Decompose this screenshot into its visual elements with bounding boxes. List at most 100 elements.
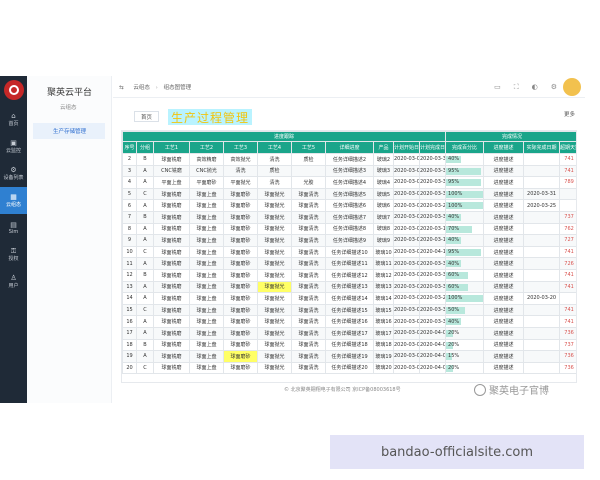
table-row[interactable]: 3ACNC铣磨CNC抛光清洗质检 任务详细描述3玻璃32020-03-012020… xyxy=(122,164,576,178)
settings-icon[interactable]: ⚙ xyxy=(551,83,557,92)
rail-item-label: Sim xyxy=(8,228,19,235)
table-cell: 15 xyxy=(122,303,137,317)
table-cell: 2020-03-01 xyxy=(393,361,420,375)
table-cell xyxy=(523,234,561,247)
table-cell: 2020-03-10 xyxy=(418,222,447,236)
table-cell: 95% xyxy=(445,245,485,259)
progress-value: 40% xyxy=(448,318,460,325)
table-row[interactable]: 12 B 球面铣磨 球面上盘 球面磨砂 球面抛光 球面清洗 任务详细描述12 玻璃12 2020-… xyxy=(122,268,576,282)
table-cell: 球面清洗 xyxy=(291,187,326,201)
table-cell: 球面铣磨 xyxy=(153,187,190,201)
table-cell: 球面上盘 xyxy=(189,199,224,212)
progress-value: 100% xyxy=(448,191,463,198)
table-row[interactable]: 2B球面铣磨高效精磨高效抛光清洗质检任务详细描述2玻璃22020-03-0120… xyxy=(122,153,576,166)
table-cell xyxy=(523,303,561,317)
table-cell: 球面磨砂 xyxy=(223,361,258,375)
table-cell: 3 xyxy=(122,164,137,178)
table-cell: 球面抛光 xyxy=(257,210,292,224)
rail-item[interactable]: ♙ 用户 xyxy=(0,268,27,295)
avatar[interactable] xyxy=(563,78,581,96)
table-cell: 2020-03-31 xyxy=(418,187,447,201)
table-row[interactable]: 13 A 球面铣磨 球面上盘 球面磨砂 球面抛光 球面清洗 任务详细描述13 玻璃13 2020-… xyxy=(122,280,576,294)
progress-value: 95% xyxy=(448,249,460,256)
table-cell: 进度描述 xyxy=(483,245,525,259)
table-cell: 球面清洗 xyxy=(291,350,326,363)
table-cell: 20 xyxy=(122,361,137,375)
table-cell: 100% xyxy=(445,199,485,212)
table-cell: 2020-03-31 xyxy=(418,315,447,328)
table-cell: 736 xyxy=(559,326,576,340)
table-cell: 球面上盘 xyxy=(189,234,224,247)
table-cell: A xyxy=(136,164,154,178)
sidebar-toggle-icon[interactable]: ⇆ xyxy=(119,85,124,91)
table-cell: 2020-03-01 xyxy=(393,245,420,259)
rail-item-label: 云监控 xyxy=(5,148,21,154)
theme-icon[interactable]: ◐ xyxy=(532,83,538,92)
monitor-icon: ▣ xyxy=(10,139,17,147)
table-cell: 球面清洗 xyxy=(291,199,326,212)
table-cell: 789 xyxy=(559,176,576,189)
table-row[interactable]: 15 C 球面铣磨 球面上盘 球面磨砂 球面抛光 球面清洗 任务详细描述15 玻璃15 2020-… xyxy=(122,303,576,317)
table-cell: 球面铣磨 xyxy=(153,257,190,270)
table-row[interactable]: 4A平面上盘平面磨砂平面抛光清洗光胶任务详细描述4玻璃42020-03-0120… xyxy=(122,176,576,189)
table-cell: 进度描述 xyxy=(483,315,525,328)
table-cell xyxy=(523,350,561,363)
table-row[interactable]: 5 C 球面铣磨 球面上盘 球面磨砂 球面抛光 球面清洗 任务详细描述5 玻璃5 2020-03-… xyxy=(122,187,576,201)
table-cell: 球面清洗 xyxy=(291,257,326,270)
table-cell: 球面抛光 xyxy=(257,303,292,317)
table-cell: A xyxy=(136,176,154,189)
table-row[interactable]: 19 A 球面铣磨 球面上盘 球面磨砂 球面抛光 球面清洗 任务详细描述19 玻璃19 2020-… xyxy=(122,350,576,363)
table-cell: 球面抛光 xyxy=(257,350,292,363)
table-cell: 2020-04-03 xyxy=(418,338,447,352)
table-cell: 进度描述 xyxy=(483,257,525,270)
table-cell: 球面磨砂 xyxy=(223,187,258,201)
table-cell: 进度描述 xyxy=(483,164,525,178)
table-cell: 2020-03-01 xyxy=(393,268,420,282)
table-row[interactable]: 9 A 球面铣磨 球面上盘 球面磨砂 球面抛光 球面清洗 任务详细描述9 玻璃9 2020-03-… xyxy=(122,234,576,247)
table-row[interactable]: 10 C 球面铣磨 球面上盘 球面磨砂 球面抛光 球面清洗 任务详细描述10 玻璃10 2020-… xyxy=(122,245,576,259)
table-row[interactable]: 18 B 球面铣磨 球面上盘 球面磨砂 球面抛光 球面清洗 任务详细描述18 玻璃18 2020-… xyxy=(122,338,576,352)
rail-item-label: 云组态 xyxy=(5,202,21,208)
table-row[interactable]: 14 A 球面铣磨 球面上盘 球面磨砂 球面抛光 球面清洗 任务详细描述14 玻璃14 2020-… xyxy=(122,292,576,305)
table-cell: 100% xyxy=(445,187,485,201)
rail-item[interactable]: ▦ 云组态 xyxy=(0,187,27,214)
table-cell: 进度描述 xyxy=(483,187,525,201)
tab-home[interactable]: 首页 xyxy=(134,111,160,122)
table-cell: 20% xyxy=(445,326,485,340)
table-cell: A xyxy=(136,280,154,294)
table-cell xyxy=(523,153,561,166)
table-cell: 18 xyxy=(122,338,137,352)
rail-item[interactable]: ⚿ 授权 xyxy=(0,241,27,268)
breadcrumb-item-cloud-config[interactable]: 云组态 xyxy=(133,85,150,91)
fullscreen-icon[interactable]: ⛶ xyxy=(514,83,519,92)
screen-icon[interactable]: ▭ xyxy=(494,83,501,92)
table-cell: 球面磨砂 xyxy=(223,338,258,352)
table-row[interactable]: 16 A 球面铣磨 球面上盘 球面磨砂 球面抛光 球面清洗 任务详细描述16 玻璃16 2020-… xyxy=(122,315,576,328)
table-cell: 玻璃4 xyxy=(373,176,394,189)
table-cell: 任务详细描述5 xyxy=(325,187,374,201)
topbar-tools: ▭ ⛶ ◐ ⚙ xyxy=(494,83,557,92)
table-cell: 进度描述 xyxy=(483,268,525,282)
table-row[interactable]: 7 B 球面铣磨 球面上盘 球面磨砂 球面抛光 球面清洗 任务详细描述7 玻璃7 2020-03-… xyxy=(122,210,576,224)
breadcrumb-separator: › xyxy=(155,84,158,91)
table-cell: 球面磨砂 xyxy=(223,350,258,363)
table-cell: 进度描述 xyxy=(483,153,525,166)
rail-item[interactable]: ▣ 云监控 xyxy=(0,133,27,160)
rail-item[interactable]: ⚙ 设备列表 xyxy=(0,160,27,187)
table-row[interactable]: 8 A 球面铣磨 球面上盘 球面磨砂 球面抛光 球面清洗 任务详细描述8 玻璃8 2020-03-… xyxy=(122,222,576,236)
table-cell: 平面上盘 xyxy=(153,176,190,189)
table-cell: 2020-03-20 xyxy=(418,292,447,305)
table-cell: 2020-03-31 xyxy=(418,176,447,189)
rail-item[interactable]: ▤ Sim xyxy=(0,214,27,241)
rail-item[interactable]: ⌂ 首页 xyxy=(0,106,27,133)
table-cell: 球面清洗 xyxy=(291,210,326,224)
tab-more-button[interactable]: 更多 xyxy=(564,110,575,118)
table-cell: 球面清洗 xyxy=(291,361,326,375)
table-cell: 球面铣磨 xyxy=(153,234,190,247)
table-row[interactable]: 6 A 球面铣磨 球面上盘 球面磨砂 球面抛光 球面清洗 任务详细描述6 玻璃6 2020-03-… xyxy=(122,199,576,212)
table-cell: 球面抛光 xyxy=(257,257,292,270)
table-row[interactable]: 17 A 球面铣磨 球面上盘 球面磨砂 球面抛光 球面清洗 任务详细描述17 玻璃17 2020-… xyxy=(122,326,576,340)
menu-item-production-storage[interactable]: 生产存储管理 xyxy=(33,123,105,139)
table-row[interactable]: 20 C 球面铣磨 球面上盘 球面磨砂 球面抛光 球面清洗 任务详细描述20 玻璃20 2020-… xyxy=(122,361,576,375)
table-row[interactable]: 11 A 球面铣磨 球面上盘 球面磨砂 球面抛光 球面清洗 任务详细描述11 玻璃11 2020-… xyxy=(122,257,576,270)
